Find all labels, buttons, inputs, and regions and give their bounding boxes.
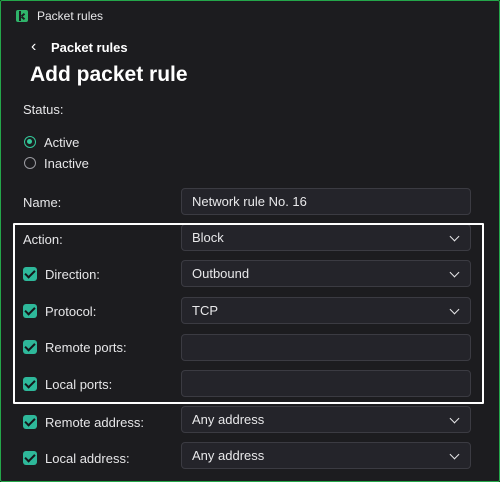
name-label: Name: xyxy=(23,195,62,210)
app-window: Packet rules ‹ Packet rules Add packet r… xyxy=(0,0,500,482)
window-title: Packet rules xyxy=(37,9,104,23)
chevron-down-icon xyxy=(449,449,460,460)
remote-address-select[interactable]: Any address xyxy=(181,406,471,433)
app-logo-icon xyxy=(16,10,28,22)
status-option-inactive-label: Inactive xyxy=(44,156,89,171)
name-field[interactable]: Network rule No. 16 xyxy=(181,188,471,215)
remote-address-checkbox[interactable] xyxy=(23,415,37,429)
status-label: Status: xyxy=(23,102,64,117)
page-title: Add packet rule xyxy=(30,63,188,86)
local-address-select-value: Any address xyxy=(192,448,265,463)
local-address-checkbox[interactable] xyxy=(23,451,37,465)
back-link-label: Packet rules xyxy=(51,39,128,55)
back-link[interactable]: ‹ Packet rules xyxy=(31,39,128,55)
name-field-value: Network rule No. 16 xyxy=(192,194,307,209)
local-address-label: Local address: xyxy=(45,451,130,466)
remote-address-select-value: Any address xyxy=(192,412,265,427)
status-radio-inactive[interactable] xyxy=(24,157,36,169)
status-option-active-label: Active xyxy=(44,135,80,150)
title-bar: Packet rules xyxy=(1,1,499,31)
highlight-box xyxy=(13,223,484,404)
remote-address-label: Remote address: xyxy=(45,415,144,430)
chevron-left-icon: ‹ xyxy=(31,38,37,55)
local-address-select[interactable]: Any address xyxy=(181,442,471,469)
chevron-down-icon xyxy=(449,413,460,424)
status-radio-active[interactable] xyxy=(24,136,36,148)
